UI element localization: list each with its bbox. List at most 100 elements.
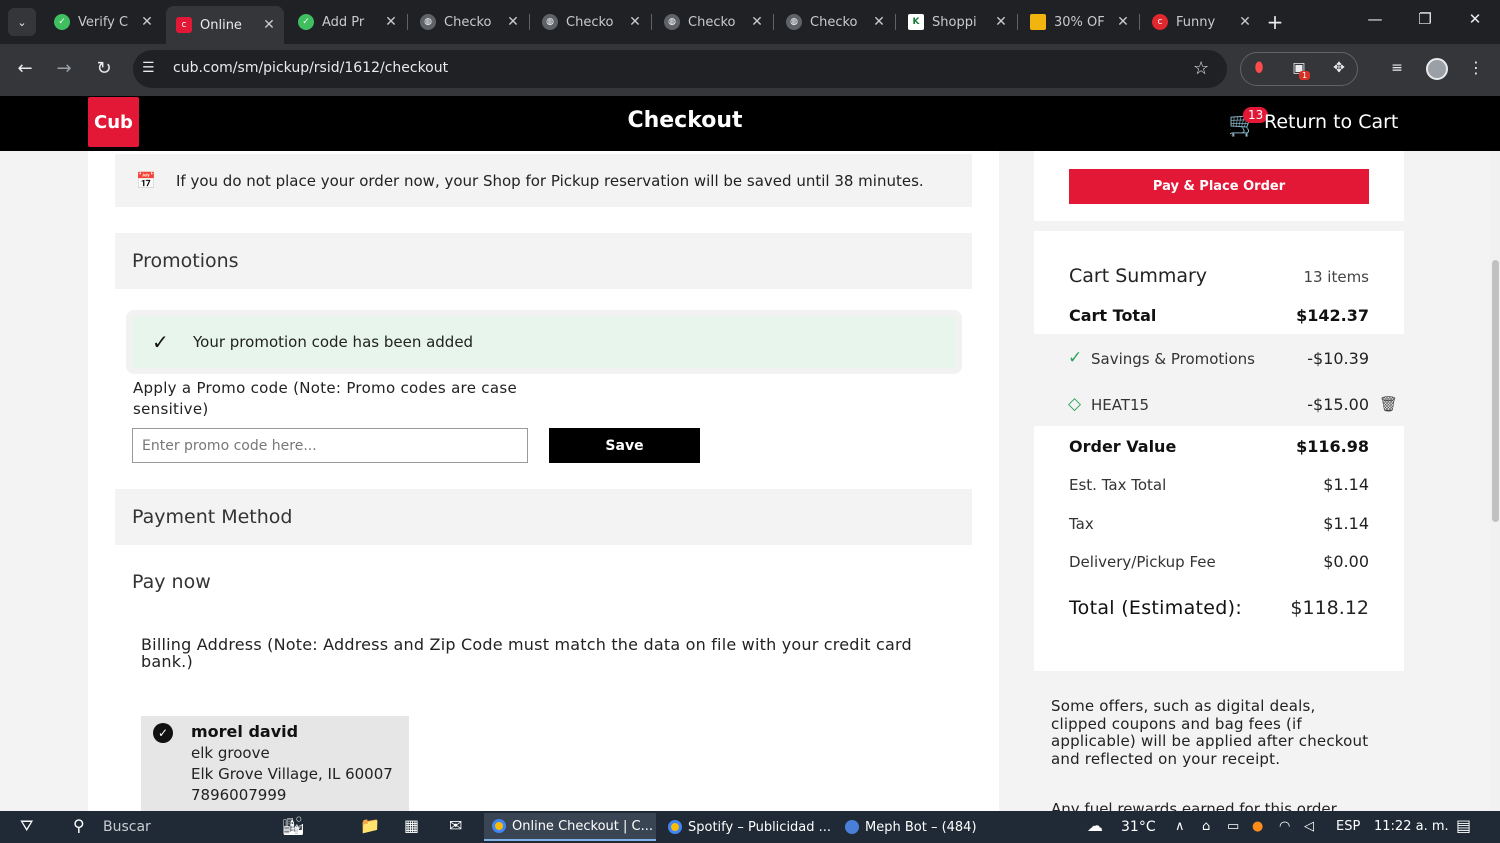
close-tab-icon[interactable]: ✕ (1236, 14, 1254, 30)
close-tab-icon[interactable]: ✕ (138, 14, 156, 30)
total-estimated-label: Total (Estimated): (1069, 597, 1243, 619)
app-tray-icon[interactable]: ● (1252, 819, 1263, 834)
tab-separator (773, 14, 774, 30)
close-tab-icon[interactable]: ✕ (260, 17, 278, 33)
close-tab-icon[interactable]: ✕ (992, 14, 1010, 30)
tab-separator (651, 14, 652, 30)
pickup-fee-value: $0.00 (1323, 552, 1369, 571)
tab-separator (895, 14, 896, 30)
pickup-fee-label: Delivery/Pickup Fee (1069, 553, 1216, 571)
logo-text: Cub (94, 111, 133, 133)
file-explorer-icon[interactable]: 📁 (360, 816, 380, 835)
folder-icon (1030, 14, 1046, 30)
speaker-icon[interactable]: ◁ (1304, 819, 1314, 834)
scrollbar-thumb[interactable] (1492, 260, 1499, 522)
language-indicator[interactable]: ESP (1336, 819, 1360, 834)
checkmark-icon: ✓ (152, 330, 169, 354)
close-tab-icon[interactable]: ✕ (748, 14, 766, 30)
wifi-icon[interactable]: ◠ (1279, 819, 1290, 834)
tab-title: Shoppi (932, 14, 977, 30)
selected-check-icon[interactable]: ✓ (153, 723, 173, 743)
taskbar-app-label: Online Checkout | C... (512, 818, 654, 834)
tag-icon: ◇ (1068, 394, 1082, 414)
browser-tab[interactable]: K Shoppi ✕ (898, 6, 1016, 38)
close-tab-icon[interactable]: ✕ (1114, 14, 1132, 30)
taskbar-app-mephbot[interactable]: Meph Bot – (484) (837, 813, 987, 841)
offers-disclaimer: Some offers, such as digital deals, clip… (1051, 697, 1369, 768)
address-phone: 7896007999 (191, 786, 287, 804)
restore-icon[interactable]: ❐ (1410, 10, 1440, 28)
address-url[interactable]: cub.com/sm/pickup/rsid/1612/checkout (173, 60, 448, 76)
chevron-up-icon[interactable]: ∧ (1175, 819, 1185, 834)
profile-avatar[interactable] (1426, 58, 1448, 80)
city-widget-icon[interactable]: 🏙 (282, 816, 305, 837)
browser-tab[interactable]: 30% OF ✕ (1020, 6, 1138, 38)
puzzle-extensions-icon[interactable]: ✥ (1330, 60, 1348, 78)
address-line1: elk groove (191, 744, 270, 762)
browser-tab[interactable]: ◍ Checko ✕ (654, 6, 772, 38)
pay-now-heading: Pay now (132, 571, 211, 593)
tab-separator (407, 14, 408, 30)
browser-tab[interactable]: ✓ Verify C ✕ (44, 6, 162, 38)
close-tab-icon[interactable]: ✕ (504, 14, 522, 30)
reload-icon[interactable]: ↻ (92, 58, 116, 79)
weather-cloud-icon[interactable]: ☁ (1087, 816, 1103, 835)
bookmark-star-icon[interactable]: ☆ (1193, 58, 1209, 79)
return-to-cart-link[interactable]: Return to Cart (1264, 111, 1398, 133)
browser-tab[interactable]: ◍ Checko ✕ (532, 6, 650, 38)
meet-icon[interactable]: ⌂ (1202, 819, 1210, 834)
browser-tab[interactable]: ✓ Add Pr ✕ (288, 6, 406, 38)
weather-temp[interactable]: 31°C (1121, 819, 1156, 835)
minimize-icon[interactable]: — (1360, 10, 1390, 28)
save-promo-button[interactable]: Save (549, 428, 700, 463)
fuel-rewards-text: Any fuel rewards earned for this order (1051, 801, 1337, 811)
browser-tab-active[interactable]: c Online ✕ (166, 6, 284, 44)
cart-summary-title: Cart Summary (1069, 265, 1208, 287)
battery-icon[interactable]: ▭ (1227, 819, 1239, 834)
billing-address-note: Billing Address (Note: Address and Zip C… (141, 635, 912, 671)
media-playlist-icon[interactable]: ≡ (1388, 60, 1406, 78)
clock[interactable]: 11:22 a. m. (1374, 819, 1449, 834)
k-favicon-icon: K (908, 14, 924, 30)
taskbar-app-chrome-spotify[interactable]: Spotify – Publicidad ... (660, 813, 832, 841)
taskbar-app-label: Spotify – Publicidad ... (688, 819, 832, 835)
close-window-icon[interactable]: ✕ (1460, 10, 1490, 28)
tab-title: Verify C (78, 14, 129, 30)
promotions-header (115, 233, 972, 289)
taskbar-search[interactable]: Buscar (103, 819, 151, 835)
new-tab-plus-icon[interactable]: + (1264, 10, 1286, 34)
promo-code-input[interactable] (132, 428, 528, 463)
close-tab-icon[interactable]: ✕ (870, 14, 888, 30)
tab-search-chevron-icon[interactable]: ⌄ (8, 8, 36, 36)
cub-logo[interactable]: Cub (88, 97, 139, 147)
start-icon[interactable]: ⛛ (20, 816, 33, 836)
notifications-icon[interactable]: ▤ (1456, 816, 1471, 835)
site-settings-icon[interactable]: ☰ (142, 60, 155, 76)
promo-code-applied: HEAT15 (1091, 396, 1150, 414)
globe-icon: ◍ (542, 14, 558, 30)
savings-check-icon: ✓ (1068, 348, 1083, 368)
back-arrow-icon[interactable]: ← (13, 58, 37, 79)
calendar-clock-icon: 📅 (136, 171, 156, 190)
tab-title: Add Pr (322, 14, 365, 30)
search-icon[interactable]: ⚲ (73, 816, 85, 835)
browser-tab[interactable]: ◍ Checko ✕ (776, 6, 894, 38)
mail-icon[interactable]: ✉ (449, 816, 462, 835)
pay-place-order-button[interactable]: Pay & Place Order (1069, 169, 1369, 204)
close-tab-icon[interactable]: ✕ (382, 14, 400, 30)
browser-tab[interactable]: c Funny ✕ (1142, 6, 1260, 38)
promo-discount-value: -$15.00 (1307, 395, 1369, 414)
promotions-title: Promotions (132, 250, 239, 272)
store-icon[interactable]: ▦ (404, 816, 419, 835)
cart-item-count: 13 items (1303, 268, 1369, 286)
trash-icon[interactable]: 🗑 (1379, 395, 1398, 413)
cart-total-value: $142.37 (1296, 306, 1369, 325)
browser-menu-icon[interactable]: ⋮ (1468, 58, 1484, 77)
tax-label: Tax (1069, 515, 1094, 533)
tab-title: Checko (688, 14, 736, 30)
taskbar-app-chrome-checkout[interactable]: Online Checkout | C... (484, 813, 656, 841)
forward-arrow-icon[interactable]: → (52, 58, 76, 79)
close-tab-icon[interactable]: ✕ (626, 14, 644, 30)
adblock-extension-icon[interactable]: ⬮ (1250, 60, 1268, 78)
browser-tab[interactable]: ◍ Checko ✕ (410, 6, 528, 38)
